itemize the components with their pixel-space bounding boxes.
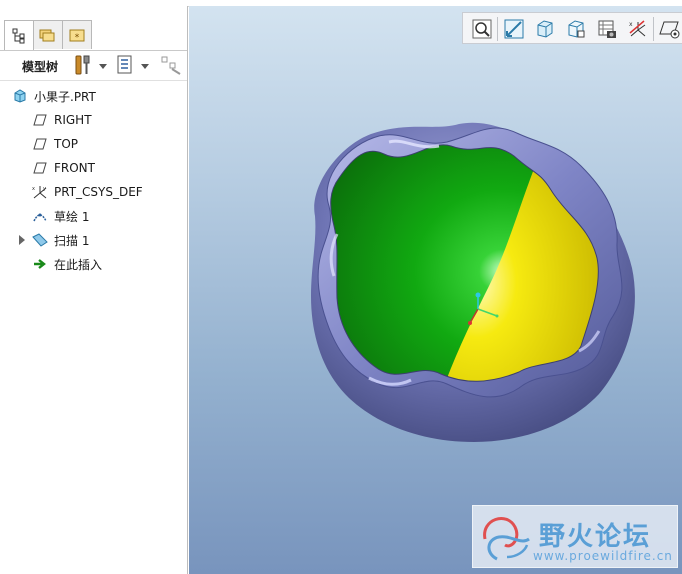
tree-item-sketch[interactable]: 草绘 1 (32, 206, 89, 226)
tree-item-label: RIGHT (54, 113, 92, 127)
zoom-area-icon[interactable] (501, 17, 527, 41)
tree-item-sweep[interactable]: 扫描 1 (32, 230, 89, 250)
datum-plane-icon (32, 160, 48, 176)
forum-watermark: 野火论坛 www.proewildfire.cn (472, 505, 678, 568)
datum-plane-icon (32, 112, 48, 128)
sweep-icon (32, 232, 48, 248)
tree-item-label: TOP (54, 137, 79, 151)
tree-item-label: 扫描 1 (54, 233, 90, 248)
watermark-logo-icon (483, 517, 530, 561)
tree-item-label: 在此插入 (54, 257, 103, 272)
navigator-tabs: * (0, 20, 187, 51)
refit-icon[interactable] (469, 17, 495, 41)
tree-item-top[interactable]: TOP (32, 134, 78, 154)
settings-tools-icon[interactable] (72, 54, 94, 76)
tree-item-right[interactable]: RIGHT (32, 110, 92, 130)
coordinate-system-icon: xy (32, 184, 48, 200)
show-dropdown-caret[interactable] (141, 64, 149, 69)
svg-text:y: y (43, 186, 46, 192)
model-tree-tab-icon (12, 28, 25, 43)
svg-text:*: * (75, 33, 80, 43)
datum-display-icon[interactable]: x (625, 17, 651, 41)
expand-sweep-arrow[interactable] (19, 235, 25, 245)
tab-model-tree[interactable] (4, 20, 34, 50)
display-style-icon[interactable] (532, 17, 558, 41)
tree-item-part[interactable]: 小果子.PRT (12, 86, 96, 106)
tree-item-front[interactable]: FRONT (32, 158, 95, 178)
model-tree-label: 模型树 (22, 60, 59, 74)
folder-layers-icon (39, 29, 55, 42)
show-list-icon[interactable] (115, 55, 135, 75)
tree-filter-icon[interactable] (160, 55, 182, 75)
spin-center-icon[interactable] (657, 17, 682, 41)
part-model-render[interactable] (189, 6, 682, 574)
tree-item-insert-here[interactable]: 在此插入 (32, 254, 102, 274)
datum-plane-icon (32, 136, 48, 152)
favorites-folder-icon: * (69, 29, 85, 43)
tree-item-csys[interactable]: xy PRT_CSYS_DEF (32, 182, 143, 202)
insert-here-arrow-icon (32, 256, 48, 272)
graphics-view-toolbar: x (462, 12, 682, 44)
saved-orientations-icon[interactable] (563, 17, 589, 41)
svg-text:x: x (32, 186, 35, 192)
part-icon (12, 88, 28, 104)
watermark-title: 野火论坛 (539, 522, 652, 552)
graphics-viewport[interactable]: x 野火论坛 www.proewildfire.cn (189, 6, 682, 574)
tab-layers[interactable] (33, 20, 63, 49)
tree-item-label: PRT_CSYS_DEF (54, 185, 143, 199)
watermark-url: www.proewildfire.cn (533, 549, 673, 563)
sketch-icon (32, 208, 48, 224)
settings-dropdown-caret[interactable] (99, 64, 107, 69)
svg-text:x: x (629, 21, 633, 28)
tree-item-label: 小果子.PRT (34, 89, 96, 104)
view-manager-icon[interactable] (594, 17, 620, 41)
navigator-panel: * 模型树 小果子.PRT RIGHT TOP FRONT x y PRT_CS… (0, 6, 188, 574)
model-tree-toolbar: 模型树 (0, 50, 187, 81)
tab-favorites[interactable]: * (62, 20, 92, 49)
tree-item-label: 草绘 1 (54, 209, 90, 224)
tree-item-label: FRONT (54, 161, 95, 175)
